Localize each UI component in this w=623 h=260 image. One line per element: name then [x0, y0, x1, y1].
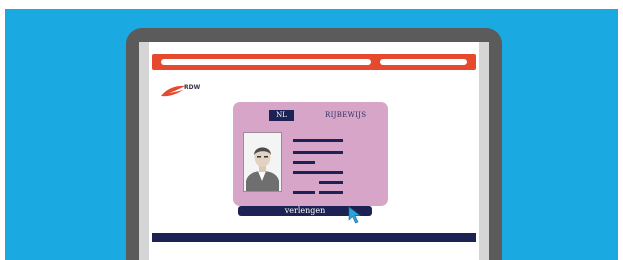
address-bar[interactable]	[161, 59, 371, 65]
footer-bar	[152, 233, 476, 242]
search-bar[interactable]	[380, 59, 467, 65]
card-detail-line	[293, 139, 343, 142]
screen-left-margin	[139, 42, 149, 260]
document-title: RIJBEWIJS	[325, 111, 367, 119]
card-detail-line	[319, 191, 343, 194]
driving-license-card: NL RIJBEWIJS	[233, 102, 388, 206]
card-detail-line	[293, 151, 343, 154]
logo-text: RDW	[184, 84, 201, 91]
card-detail-line	[293, 171, 343, 174]
card-detail-line	[319, 181, 343, 184]
country-code-badge: NL	[269, 110, 294, 121]
screen-right-margin	[479, 42, 489, 260]
card-detail-line	[293, 191, 315, 194]
person-portrait-icon	[243, 132, 282, 192]
laptop-screen: RDW NL RIJBEWIJS verlengen	[139, 42, 489, 260]
top-navigation-bar	[152, 54, 476, 70]
card-detail-line	[293, 161, 315, 164]
mouse-pointer-icon	[348, 206, 361, 224]
